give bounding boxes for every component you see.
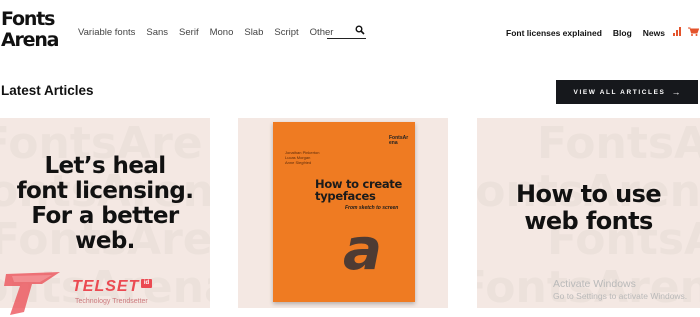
headline-line: Let’s heal <box>44 153 166 179</box>
card-headline: Let’s heal font licensing. For a better … <box>0 154 210 254</box>
headline-line: How to use <box>515 180 662 208</box>
nav-mono[interactable]: Mono <box>210 27 234 38</box>
nav-slab[interactable]: Slab <box>244 27 263 38</box>
header-icons <box>673 27 699 36</box>
activate-title: Activate Windows <box>553 278 636 290</box>
headline-line: web fonts <box>524 207 653 235</box>
logo-line-arena: Arena <box>1 29 60 51</box>
view-all-label: VIEW ALL ARTICLES <box>573 88 666 96</box>
view-all-articles-button[interactable]: VIEW ALL ARTICLES → <box>556 80 698 104</box>
book-glyph: a <box>343 215 383 283</box>
nav-script[interactable]: Script <box>274 27 298 38</box>
nav-serif[interactable]: Serif <box>179 27 199 38</box>
telset-badge: id <box>141 279 152 288</box>
book-authors: Jonathan Pinkerton Lucas Morgan Anne Sie… <box>285 150 319 165</box>
site-logo[interactable]: Fonts Arena <box>1 9 61 51</box>
nav-sans[interactable]: Sans <box>146 27 168 38</box>
search-input[interactable] <box>327 29 355 41</box>
activate-subtitle: Go to Settings to activate Windows. <box>553 291 688 301</box>
book-subtitle: From sketch to screen <box>345 205 399 211</box>
card-headline: How to use web fonts <box>477 181 700 235</box>
nav-variable-fonts[interactable]: Variable fonts <box>78 27 135 38</box>
arrow-right-icon: → <box>671 87 681 97</box>
nav-news[interactable]: News <box>643 28 665 38</box>
telset-tagline: Technology Trendsetter <box>75 298 148 305</box>
svg-text:FontsAren: FontsAren <box>537 118 700 169</box>
book-title: How to create typefaces <box>315 177 402 203</box>
cart-icon[interactable] <box>688 27 699 36</box>
stats-icon[interactable] <box>673 27 682 36</box>
headline-line: font licensing. <box>16 178 194 204</box>
book-author: Anne Siegfried <box>285 160 312 165</box>
headline-line: For a better <box>31 203 179 229</box>
nav-font-licenses[interactable]: Font licenses explained <box>506 28 602 38</box>
book-logo-mark: FontsArena <box>389 135 409 146</box>
category-nav: Variable fonts Sans Serif Mono Slab Scri… <box>78 27 344 38</box>
search-icon[interactable] <box>355 25 365 35</box>
activate-windows-overlay: Activate Windows Go to Settings to activ… <box>553 278 687 301</box>
article-card-create-typefaces[interactable]: FontsArena Jonathan Pinkerton Lucas Morg… <box>238 118 448 308</box>
nav-blog[interactable]: Blog <box>613 28 632 38</box>
section-title: Latest Articles <box>1 83 94 98</box>
telset-watermark: TELSET <box>72 278 140 295</box>
book-cover: FontsArena Jonathan Pinkerton Lucas Morg… <box>273 122 415 302</box>
search-box <box>327 25 366 41</box>
logo-line-fonts: Fonts <box>1 8 55 30</box>
headline-line: web. <box>75 228 135 254</box>
secondary-nav: Font licenses explained Blog News <box>495 28 665 38</box>
